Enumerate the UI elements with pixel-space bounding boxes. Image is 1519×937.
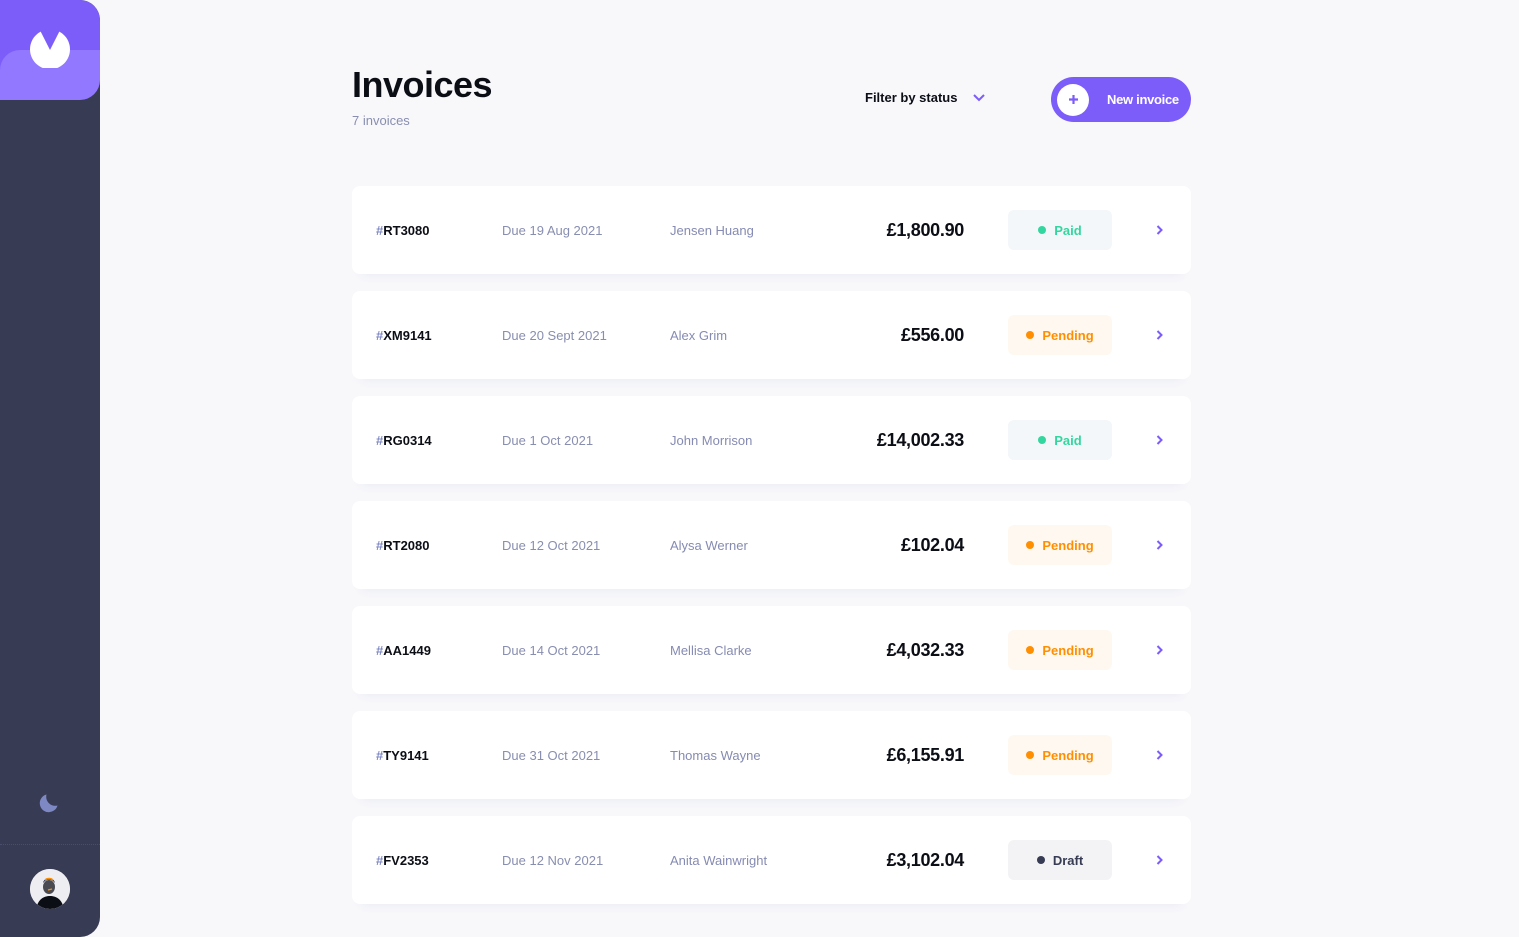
invoice-due-date: Due 31 Oct 2021 [502,747,601,763]
status-dot-icon [1038,436,1047,444]
invoice-due-date: Due 12 Oct 2021 [502,537,601,553]
invoice-client-name: Thomas Wayne [670,747,761,763]
invoice-id: # AA1449 [376,606,431,694]
invoice-id: # TY9141 [376,711,429,799]
invoice-row[interactable]: # XM9141 Due 20 Sept 2021 Alex Grim £556.… [352,291,1191,379]
chevron-right-icon[interactable] [1156,645,1164,655]
invoice-id-value: RG0314 [383,432,432,448]
logo-button[interactable] [0,0,100,100]
status-dot-icon [1036,856,1045,864]
invoice-count: 7 invoices [352,113,410,128]
user-avatar[interactable] [30,869,70,909]
invoice-amount: £14,002.33 [876,429,964,450]
invoice-due-date: Due 12 Nov 2021 [502,852,604,868]
invoice-row[interactable]: # RT2080 Due 12 Oct 2021 Alysa Werner £10… [352,501,1191,589]
plus-icon [1057,83,1089,116]
filter-by-status-dropdown[interactable]: Filter by status [865,90,986,105]
invoice-amount: £4,032.33 [886,639,965,660]
status-badge: Paid [1008,210,1112,250]
status-dot-icon [1026,646,1035,654]
status-badge: Pending [1008,525,1112,565]
invoice-id-hash: # [376,747,384,763]
invoice-id: # RG0314 [376,396,432,484]
new-invoice-button[interactable]: New invoice [1051,77,1191,122]
invoice-client-name: Anita Wainwright [670,852,768,868]
chevron-right-icon[interactable] [1156,435,1164,445]
invoice-amount: £556.00 [901,324,964,345]
invoice-amount: £3,102.04 [886,849,965,870]
invoice-client-name: Alex Grim [670,327,728,343]
invoice-client-name: Mellisa Clarke [670,642,752,658]
sidebar-divider [0,844,100,845]
status-label: Pending [1042,642,1094,658]
invoice-id-value: XM9141 [383,327,432,343]
invoice-client-name: Jensen Huang [670,222,754,238]
invoice-id-hash: # [376,222,384,238]
invoice-id: # FV2353 [376,816,429,904]
new-invoice-label: New invoice [1107,92,1179,107]
status-label: Pending [1042,537,1094,553]
invoice-row[interactable]: # FV2353 Due 12 Nov 2021 Anita Wainwright… [352,816,1191,904]
status-label: Paid [1054,432,1082,448]
status-badge: Pending [1008,735,1112,775]
invoice-row[interactable]: # RT3080 Due 19 Aug 2021 Jensen Huang £1,… [352,186,1191,274]
status-label: Pending [1042,747,1094,763]
invoice-client-name: Alysa Werner [670,537,748,553]
moon-icon[interactable] [38,790,62,814]
chevron-down-icon [973,93,986,101]
invoice-amount: £1,800.90 [886,219,965,240]
invoice-amount: £102.04 [901,534,964,555]
status-dot-icon [1038,226,1047,234]
invoice-due-date: Due 14 Oct 2021 [502,642,601,658]
chevron-right-icon[interactable] [1156,540,1164,550]
invoice-id-hash: # [376,327,384,343]
invoice-amount: £6,155.91 [886,744,965,765]
invoice-id: # RT3080 [376,186,429,274]
page-title: Invoices [352,64,493,105]
invoice-id-value: RT2080 [383,537,430,553]
invoice-due-date: Due 20 Sept 2021 [502,327,607,343]
invoice-id-hash: # [376,537,384,553]
invoice-due-date: Due 19 Aug 2021 [502,222,603,238]
invoice-row[interactable]: # RG0314 Due 1 Oct 2021 John Morrison £14… [352,396,1191,484]
chevron-right-icon[interactable] [1156,330,1164,340]
invoice-list: # RT3080 Due 19 Aug 2021 Jensen Huang £1,… [352,186,1191,921]
invoice-id: # XM9141 [376,291,432,379]
status-badge: Pending [1008,630,1112,670]
status-dot-icon [1026,331,1035,339]
status-badge: Draft [1008,840,1112,880]
status-label: Pending [1042,327,1094,343]
chevron-right-icon[interactable] [1156,750,1164,760]
invoice-id-value: FV2353 [383,852,429,868]
invoice-id-hash: # [376,852,384,868]
invoice-due-date: Due 1 Oct 2021 [502,432,594,448]
invoice-id-hash: # [376,432,384,448]
invoice-row[interactable]: # AA1449 Due 14 Oct 2021 Mellisa Clarke £… [352,606,1191,694]
status-badge: Pending [1008,315,1112,355]
invoice-id-value: RT3080 [383,222,430,238]
status-label: Paid [1054,222,1082,238]
invoice-id-value: AA1449 [383,642,431,658]
chevron-right-icon[interactable] [1156,855,1164,865]
filter-label: Filter by status [865,90,958,105]
status-label: Draft [1052,852,1084,868]
sidebar [0,0,100,937]
status-dot-icon [1026,751,1035,759]
chevron-right-icon[interactable] [1156,225,1164,235]
status-badge: Paid [1008,420,1112,460]
invoice-id-value: TY9141 [383,747,429,763]
invoice-id: # RT2080 [376,501,429,589]
invoice-client-name: John Morrison [670,432,753,448]
status-dot-icon [1026,541,1035,549]
invoice-row[interactable]: # TY9141 Due 31 Oct 2021 Thomas Wayne £6,… [352,711,1191,799]
avatar-image [30,869,70,909]
invoice-id-hash: # [376,642,384,658]
app-logo-icon [30,31,70,68]
